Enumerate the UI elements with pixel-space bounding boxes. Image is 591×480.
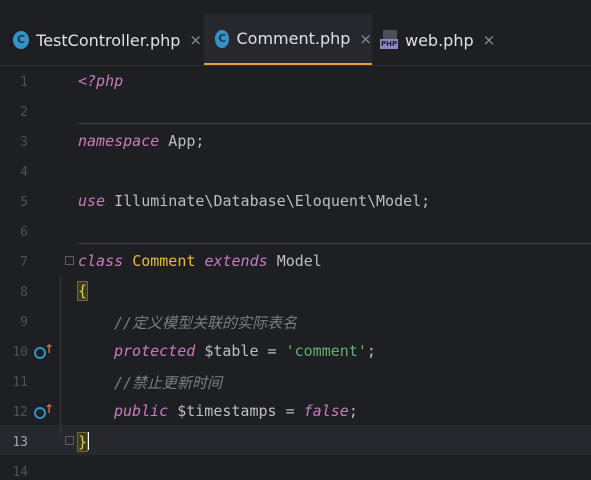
line-number: 13 [12,435,28,450]
code-line: <?php [78,72,123,90]
line-number: 2 [20,105,28,120]
fold-icon[interactable] [65,436,74,445]
tab-label: Comment.php [236,29,351,48]
code-text: ; [366,342,376,360]
code-editor[interactable]: ↑ ↑ 1 2 3 4 5 6 7 8 9 10 11 12 13 14 <?p… [0,66,591,480]
code-line: //定义模型关联的实际表名 [114,312,297,333]
line-number: 10 [12,345,28,360]
php-file-tag: PHP [380,39,399,49]
php-open-tag: <?php [78,72,124,90]
code-keyword: use [78,192,106,210]
code-text: Illuminate\Database\Eloquent\Model; [105,192,431,210]
up-arrow-icon: ↑ [44,342,55,356]
editor-tab-bar: C TestController.php × C Comment.php × P… [0,0,591,66]
code-keyword: class [78,252,124,270]
matched-brace: } [76,432,89,452]
code-line: public $timestamps = false; [114,402,358,420]
line-number: 5 [20,195,28,210]
code-keyword: extends [204,252,268,270]
code-line: } [76,432,90,452]
up-arrow-icon: ↑ [44,402,55,416]
line-number: 1 [20,75,28,90]
php-file-icon: PHP [380,30,400,50]
close-icon[interactable]: × [359,30,372,48]
code-comment: //定义模型关联的实际表名 [114,314,298,332]
code-keyword: protected [114,342,196,360]
close-icon[interactable]: × [189,31,202,49]
code-text: = [276,402,304,420]
tab-label: web.php [405,30,474,50]
code-variable: $table [204,342,259,360]
class-icon: C [215,29,230,48]
code-line: protected $table = 'comment'; [114,342,376,360]
tab-testcontroller[interactable]: C TestController.php × [0,14,202,66]
tab-web[interactable]: PHP web.php × [380,14,520,66]
code-keyword: false [303,402,349,420]
close-icon[interactable]: × [483,31,496,49]
line-number: 3 [20,135,28,150]
code-variable: $timestamps [177,402,277,420]
method-separator [78,123,591,124]
code-keyword: namespace [78,132,160,150]
line-number: 7 [20,255,28,270]
class-icon: C [13,31,30,49]
code-line: namespace App; [78,132,204,150]
fold-icon[interactable] [65,256,74,265]
text-cursor [87,432,90,450]
tab-label: TestController.php [36,30,181,50]
line-number: 14 [12,465,28,480]
code-line: { [76,281,89,301]
line-number: 11 [12,375,28,390]
line-number: 6 [20,225,28,240]
code-text: Model [276,252,322,270]
code-string: 'comment' [285,342,367,360]
code-text: ; [348,402,358,420]
override-icon[interactable]: ↑ [34,342,54,359]
method-separator [78,243,591,244]
code-keyword: public [114,402,169,420]
line-number: 9 [20,315,28,330]
code-line: use Illuminate\Database\Eloquent\Model; [78,192,430,210]
tab-comment[interactable]: C Comment.php × [204,14,372,66]
code-comment: //禁止更新时间 [114,374,223,392]
override-icon[interactable]: ↑ [34,402,54,419]
code-class-name: Comment [132,252,196,270]
line-number: 4 [20,165,28,180]
line-number: 12 [12,405,28,420]
matched-brace: { [76,281,89,301]
code-line: //禁止更新时间 [114,372,222,393]
code-text: = [258,342,286,360]
code-line: class Comment extends Model [78,252,322,270]
line-number: 8 [20,285,28,300]
indent-guide [60,276,61,436]
code-text: App; [159,132,205,150]
